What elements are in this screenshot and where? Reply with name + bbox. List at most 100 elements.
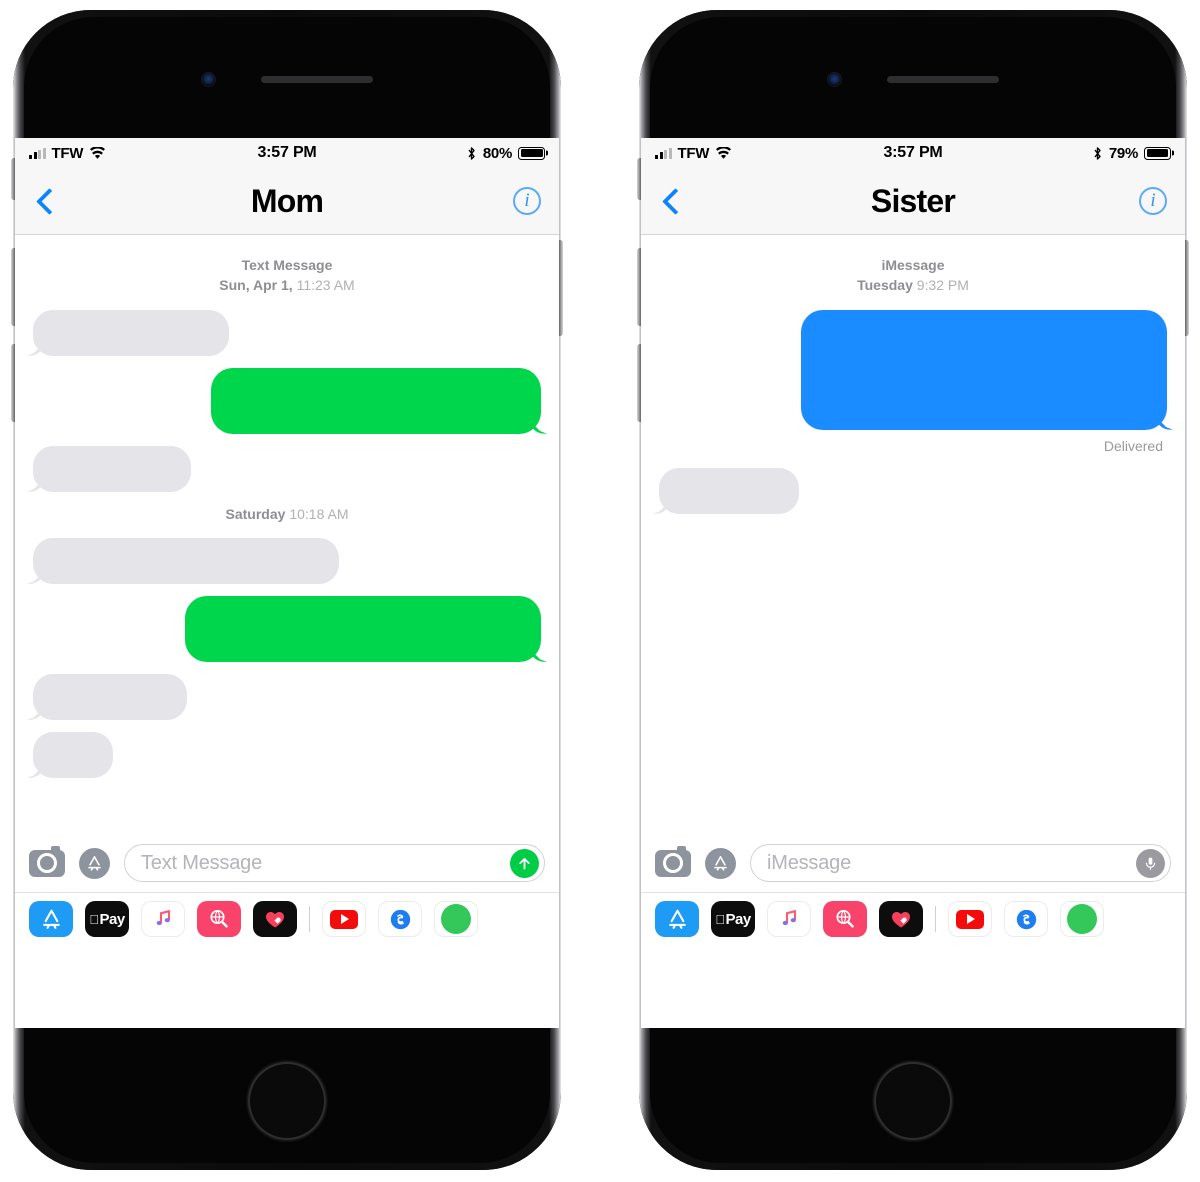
carrier-label: TFW	[51, 144, 84, 162]
info-button[interactable]: i	[513, 187, 541, 215]
service-label: iMessage	[881, 257, 945, 273]
battery-percent-label: 80%	[482, 144, 513, 162]
cellular-signal-icon	[29, 147, 46, 159]
app-store-icon[interactable]	[79, 847, 110, 879]
iphone-device-sister: TFW 3:57 PM 79% Sister i iMessage Tuesda…	[637, 10, 1189, 1170]
green-app-icon	[1067, 904, 1097, 934]
status-bar: TFW 3:57 PM 79%	[641, 138, 1185, 168]
status-bar: TFW 3:57 PM 80%	[15, 138, 559, 168]
message-bubble-incoming[interactable]	[33, 445, 191, 492]
drawer-app-store[interactable]	[29, 901, 73, 937]
drawer-digital-touch[interactable]	[879, 901, 923, 937]
two-iphone-comparison: TFW 3:57 PM 80% Mom i Text Message Sun, …	[0, 0, 1200, 1182]
message-row[interactable]	[33, 367, 541, 434]
battery-icon	[1144, 146, 1172, 160]
message-bubble-outgoing[interactable]	[211, 367, 541, 434]
microphone-glyph	[1145, 857, 1156, 870]
phone-screen-mom: TFW 3:57 PM 80% Mom i Text Message Sun, …	[15, 138, 559, 1028]
divider-time: 11:23 AM	[296, 277, 355, 294]
message-row[interactable]	[33, 731, 541, 778]
imessage-app-drawer[interactable]: Pay	[641, 892, 1185, 945]
app-store-glyph	[88, 855, 101, 871]
conversation-title: Mom	[250, 182, 324, 219]
message-bubble-outgoing[interactable]	[185, 595, 541, 662]
wifi-icon	[90, 146, 106, 159]
camera-icon[interactable]	[29, 845, 65, 877]
input-placeholder: iMessage	[767, 851, 851, 874]
drawer-images[interactable]	[823, 901, 867, 937]
message-thread-sister[interactable]: iMessage Tuesday 9:32 PM Delivered iMess…	[641, 235, 1185, 945]
message-bubble-incoming[interactable]	[33, 309, 229, 356]
delivery-receipt: Delivered	[1103, 437, 1163, 454]
heart-icon	[266, 912, 284, 928]
image-search-icon	[210, 909, 228, 928]
drawer-images[interactable]	[197, 901, 241, 937]
battery-icon	[518, 146, 546, 160]
message-input-bar: Text Message	[15, 834, 559, 892]
imessage-app-drawer[interactable]: Pay	[15, 892, 559, 945]
input-placeholder: Text Message	[141, 851, 262, 874]
navigation-bar: Mom i	[15, 168, 559, 235]
message-row[interactable]	[33, 445, 541, 492]
message-row[interactable]	[659, 309, 1167, 430]
clock-label: 3:57 PM	[257, 144, 317, 161]
message-row[interactable]	[33, 673, 541, 720]
message-bubble-incoming[interactable]	[33, 673, 187, 720]
camera-icon[interactable]	[655, 845, 691, 877]
home-button[interactable]	[248, 1062, 326, 1140]
top-hardware	[639, 72, 1187, 86]
drawer-digital-touch[interactable]	[253, 901, 297, 937]
battery-fill	[520, 149, 543, 157]
message-bubble-incoming[interactable]	[659, 467, 799, 514]
send-arrow-icon[interactable]	[510, 848, 539, 878]
apple-logo-icon: 	[715, 912, 725, 927]
divider-time: 9:32 PM	[916, 277, 969, 294]
info-button[interactable]: i	[1139, 187, 1167, 215]
drawer-shazam[interactable]	[1004, 901, 1048, 937]
app-store-icon[interactable]	[705, 847, 736, 879]
message-bubble-outgoing[interactable]	[801, 309, 1167, 430]
thread-divider-second: Saturday 10:18 AM	[33, 504, 541, 524]
message-row[interactable]	[33, 537, 541, 584]
message-bubble-incoming[interactable]	[33, 537, 339, 584]
drawer-app-store[interactable]	[655, 901, 699, 937]
message-bubble-incoming[interactable]	[33, 731, 113, 778]
drawer-green-app[interactable]	[1060, 901, 1104, 937]
drawer-youtube[interactable]	[948, 901, 992, 937]
message-row[interactable]	[659, 467, 1167, 514]
cellular-signal-icon	[655, 147, 672, 159]
green-app-icon	[441, 904, 471, 934]
message-row[interactable]	[33, 595, 541, 662]
drawer-green-app[interactable]	[434, 901, 478, 937]
music-note-icon	[156, 910, 171, 926]
carrier-label: TFW	[677, 144, 710, 162]
thread-divider-first: Text Message Sun, Apr 1, 11:23 AM	[33, 255, 541, 296]
drawer-apple-pay[interactable]: Pay	[711, 901, 755, 937]
divider-day: Saturday	[225, 505, 286, 522]
text-message-input[interactable]: Text Message	[124, 844, 545, 882]
message-input-bar: iMessage	[641, 834, 1185, 892]
navigation-bar: Sister i	[641, 168, 1185, 235]
phone-screen-sister: TFW 3:57 PM 79% Sister i iMessage Tuesda…	[641, 138, 1185, 1028]
imessage-input[interactable]: iMessage	[750, 844, 1171, 882]
drawer-music[interactable]	[767, 901, 811, 937]
home-button[interactable]	[874, 1062, 952, 1140]
divider-time: 10:18 AM	[289, 505, 349, 522]
heart-icon	[892, 912, 910, 928]
apple-pay-label: Pay	[720, 910, 752, 928]
microphone-icon[interactable]	[1136, 848, 1165, 878]
drawer-apple-pay[interactable]: Pay	[85, 901, 129, 937]
battery-percent-label: 79%	[1108, 144, 1139, 162]
youtube-icon	[956, 909, 984, 929]
divider-day: Tuesday	[857, 277, 913, 294]
message-row[interactable]	[33, 309, 541, 356]
image-search-icon	[836, 909, 854, 928]
clock-label: 3:57 PM	[883, 144, 943, 161]
bluetooth-icon	[1094, 146, 1101, 160]
message-thread-mom[interactable]: Text Message Sun, Apr 1, 11:23 AM Saturd…	[15, 235, 559, 945]
earpiece-speaker	[260, 75, 373, 83]
drawer-shazam[interactable]	[378, 901, 422, 937]
drawer-music[interactable]	[141, 901, 185, 937]
drawer-youtube[interactable]	[322, 901, 366, 937]
app-store-glyph	[714, 855, 727, 871]
